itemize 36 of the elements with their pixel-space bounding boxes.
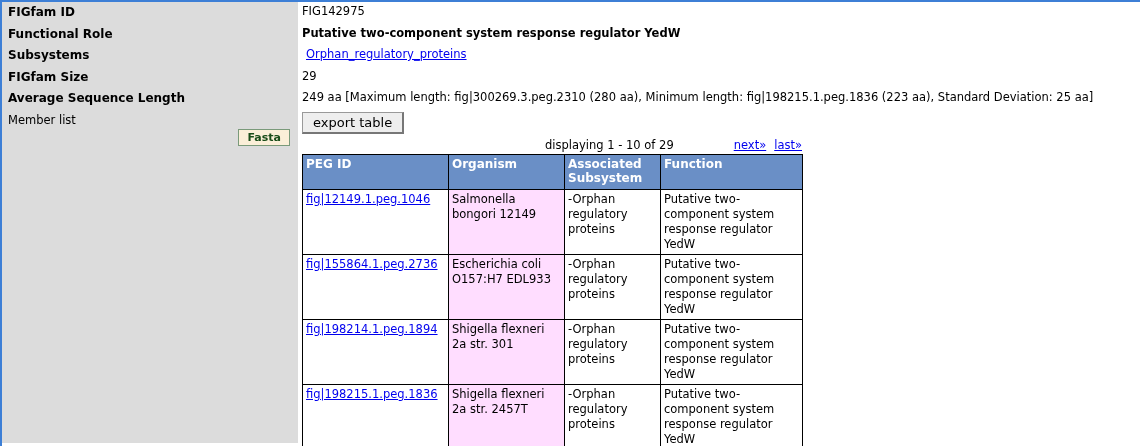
field-value: 249 aa [Maximum length: fig|300269.3.peg.2310 (280 aa), Minimum length: fig|198215.1.peg.1836 (223 aa), Standard Deviation: 25 aa] xyxy=(302,90,1094,104)
table-cell: Shigella flexneri 2a str. 2457T xyxy=(448,384,565,446)
field-value: 29 xyxy=(302,68,317,83)
table-cell: -Orphan regulatory proteins xyxy=(564,384,661,446)
last-link[interactable]: last» xyxy=(774,137,802,152)
table-cell: -Orphan regulatory proteins xyxy=(564,319,661,384)
table-cell: -Orphan regulatory proteins xyxy=(564,254,661,319)
peg-id-link[interactable]: fig|198215.1.peg.1836 xyxy=(306,386,438,401)
next-link[interactable]: next» xyxy=(733,137,767,152)
field-label: Average Sequence Length xyxy=(8,91,185,105)
field-label: Member list xyxy=(8,112,77,127)
table-cell: Shigella flexneri 2a str. 301 xyxy=(448,319,565,384)
export-table-button[interactable]: export table xyxy=(302,111,405,134)
column-header: Organism xyxy=(448,154,565,189)
field-label: FIGfam Size xyxy=(8,69,89,84)
subsystem-link[interactable]: Orphan_regulatory_proteins xyxy=(306,47,467,61)
table-cell: -Orphan regulatory proteins xyxy=(564,189,661,254)
field-label: Functional Role xyxy=(8,26,113,41)
peg-id-link[interactable]: fig|198214.1.peg.1894 xyxy=(306,321,438,336)
peg-id-link[interactable]: fig|155864.1.peg.2736 xyxy=(306,256,438,271)
field-label: FIGfam ID xyxy=(8,5,75,19)
fasta-button[interactable]: Fasta xyxy=(238,128,290,146)
table-cell: Putative two-component system response regulator YedW xyxy=(660,384,803,446)
field-value: Putative two-component system response regulator YedW xyxy=(302,25,681,40)
table-cell: Putative two-component system response regulator YedW xyxy=(660,254,803,319)
table-cell: Putative two-component system response regulator YedW xyxy=(660,189,803,254)
field-value: FIG142975 xyxy=(302,4,365,18)
peg-id-link[interactable]: fig|12149.1.peg.1046 xyxy=(306,191,431,206)
table-cell: Salmonella bongori 12149 xyxy=(448,189,565,254)
column-header: Associated Subsystem xyxy=(564,154,661,189)
table-cell: Escherichia coli O157:H7 EDL933 xyxy=(448,254,565,319)
paging-text: displaying 1 - 10 of 29 xyxy=(545,137,674,152)
field-label: Subsystems xyxy=(8,48,90,62)
column-header: Function xyxy=(660,154,803,189)
column-header: PEG ID xyxy=(302,154,449,189)
table-cell: Putative two-component system response regulator YedW xyxy=(660,319,803,384)
